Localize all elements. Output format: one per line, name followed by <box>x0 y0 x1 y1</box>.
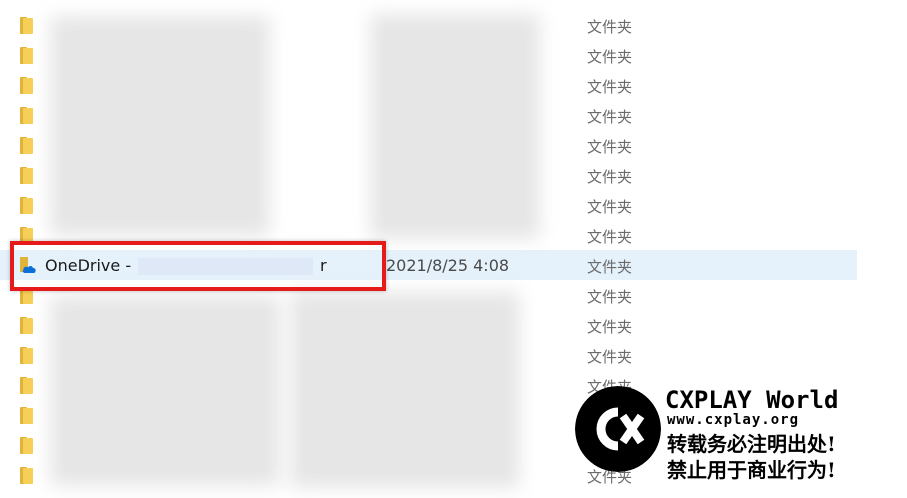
watermark-line-1: 转载务必注明出处! <box>667 432 836 456</box>
folder-icon <box>20 467 33 484</box>
folder-icon <box>20 17 33 34</box>
folder-icon <box>20 317 33 334</box>
folder-icon <box>20 347 33 364</box>
folder-icon <box>20 377 33 394</box>
item-type: 文件夹 <box>587 198 633 216</box>
folder-icon <box>20 407 33 424</box>
item-type: 文件夹 <box>587 138 633 156</box>
folder-icon <box>20 437 33 454</box>
folder-icon <box>20 137 33 154</box>
folder-icon <box>20 167 33 184</box>
blurred-dates-bottom <box>290 292 520 488</box>
folder-icon <box>20 107 33 124</box>
item-type: 文件夹 <box>587 48 633 66</box>
watermark-line-2: 禁止用于商业行为! <box>667 458 836 482</box>
cxplay-logo-icon <box>575 386 661 472</box>
folder-icon <box>20 197 33 214</box>
blurred-names-bottom <box>50 296 280 486</box>
item-type: 文件夹 <box>587 228 633 246</box>
item-type: 文件夹 <box>587 78 633 96</box>
blurred-names-top <box>50 16 270 236</box>
folder-icon <box>20 47 33 64</box>
item-type: 文件夹 <box>587 348 633 366</box>
highlight-annotation <box>10 241 386 291</box>
watermark: CXPLAY World www.cxplay.org 转载务必注明出处! 禁止… <box>575 386 885 496</box>
item-type: 文件夹 <box>587 318 633 336</box>
item-type: 文件夹 <box>587 258 633 276</box>
item-date: 2021/8/25 4:08 <box>386 256 510 275</box>
watermark-title: CXPLAY World <box>665 386 839 414</box>
item-type: 文件夹 <box>587 18 633 36</box>
watermark-url: www.cxplay.org <box>667 412 800 428</box>
item-type: 文件夹 <box>587 168 633 186</box>
folder-icon <box>20 77 33 94</box>
item-type: 文件夹 <box>587 288 633 306</box>
blurred-dates-top <box>370 14 540 239</box>
item-type: 文件夹 <box>587 108 633 126</box>
